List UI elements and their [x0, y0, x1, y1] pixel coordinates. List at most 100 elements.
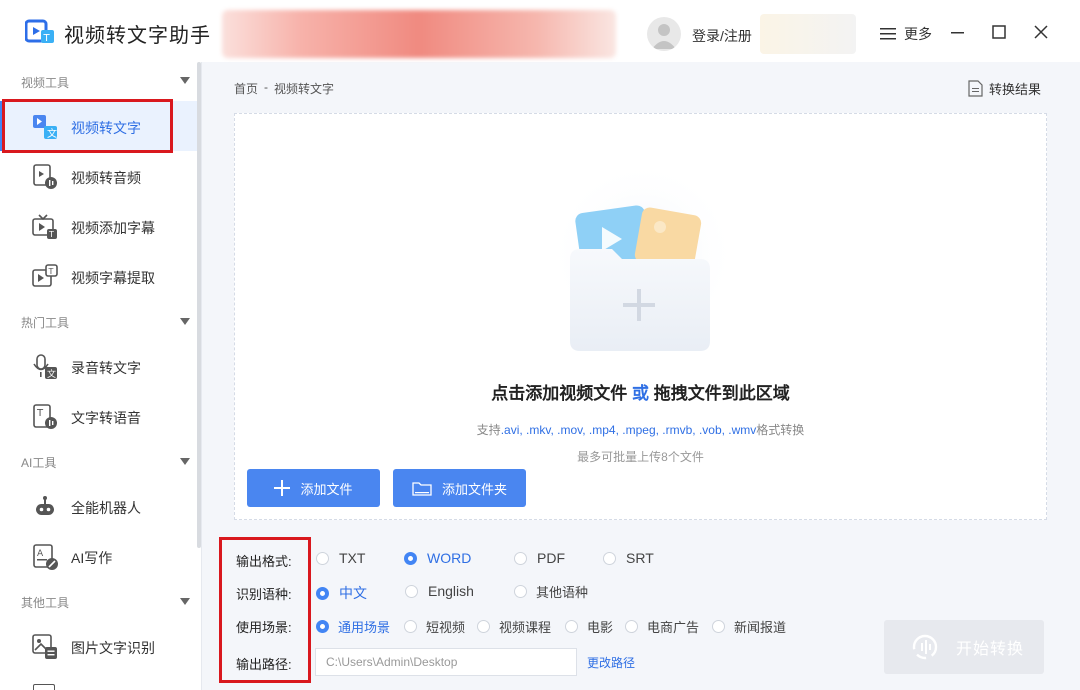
maximize-icon[interactable] [989, 22, 1009, 42]
sidebar-item-video-to-text[interactable]: 文 视频转文字 [0, 101, 197, 151]
svg-text:T: T [48, 230, 54, 239]
scene-option-ecommerce-ad[interactable]: 电商广告 [625, 617, 699, 636]
drop-zone-title-prefix: 点击添加视频文件 [491, 384, 628, 403]
format-option-word[interactable]: WORD [404, 550, 471, 566]
scene-option-label: 电商广告 [647, 620, 700, 635]
add-folder-label: 添加文件夹 [441, 481, 507, 497]
sidebar-item-text-to-speech[interactable]: T 文字转语音 [0, 391, 197, 441]
sidebar-item-extract-subtitles[interactable]: T 视频字幕提取 [0, 251, 197, 301]
more-label: 更多 [904, 26, 932, 42]
sidebar-item-video-to-audio[interactable]: 视频转音频 [0, 151, 197, 201]
more-menu-button[interactable]: 更多 [880, 24, 932, 44]
add-folder-illustration-icon [548, 169, 738, 359]
radio-icon [625, 620, 638, 633]
sidebar-item-label: 文字转语音 [71, 410, 141, 426]
user-icon [652, 24, 676, 49]
sidebar-item-label: 视频添加字幕 [71, 220, 155, 236]
add-subtitles-icon: T [32, 214, 57, 239]
upload-limit-text: 最多可批量上传8个文件 [577, 450, 704, 464]
language-option-label: English [428, 583, 474, 599]
conversion-results-label: 转换结果 [989, 82, 1042, 97]
sidebar-item-robot[interactable]: 全能机器人 [0, 481, 197, 531]
add-file-button[interactable]: 添加文件 [247, 469, 380, 507]
sidebar-item-image-ocr[interactable]: 图片文字识别 [0, 621, 197, 671]
scene-option-short-video[interactable]: 短视频 [404, 617, 465, 636]
waveform-icon [912, 634, 938, 660]
collapse-ai-tools-icon[interactable] [180, 458, 190, 465]
collapse-other-tools-icon[interactable] [180, 598, 190, 605]
scene-option-news[interactable]: 新闻报道 [712, 617, 786, 636]
scene-option-course[interactable]: 视频课程 [477, 617, 551, 636]
sidebar-item-label: 视频字幕提取 [71, 270, 155, 286]
collapse-hot-tools-icon[interactable] [180, 318, 190, 325]
menu-icon [880, 28, 896, 40]
format-option-srt[interactable]: SRT [603, 550, 654, 566]
radio-icon [565, 620, 578, 633]
sidebar-item-label: 视频转音频 [71, 170, 141, 186]
output-path-input[interactable]: C:\Users\Admin\Desktop [315, 648, 577, 676]
radio-icon [316, 551, 329, 565]
microphone-icon: 文 [33, 354, 57, 380]
image-ocr-icon [32, 634, 57, 659]
start-conversion-label: 开始转换 [956, 641, 1025, 658]
format-option-txt[interactable]: TXT [316, 550, 365, 566]
scene-option-label: 短视频 [426, 620, 466, 635]
scene-option-label: 电影 [587, 620, 614, 635]
language-option-english[interactable]: English [405, 583, 474, 599]
breadcrumb: 首页 - 视频转文字 [234, 80, 334, 97]
plus-icon [274, 480, 291, 496]
format-option-label: PDF [537, 550, 565, 566]
output-format-label: 输出格式: [236, 554, 292, 569]
sidebar-group-video-tools: 视频工具 [21, 76, 70, 90]
sidebar-item-ai-writing[interactable]: A AI写作 [0, 531, 197, 581]
breadcrumb-separator: - [264, 80, 269, 94]
vip-banner[interactable] [760, 14, 856, 54]
sidebar-item-label: 录音转文字 [71, 360, 141, 376]
language-option-chinese[interactable]: 中文 [316, 583, 367, 603]
scene-option-label: 视频课程 [499, 620, 552, 635]
sidebar-item-audio-to-text[interactable]: 文 录音转文字 [0, 341, 197, 391]
sidebar-group-hot-tools: 热门工具 [21, 316, 70, 330]
collapse-video-tools-icon[interactable] [180, 77, 190, 84]
minimize-icon[interactable] [948, 22, 968, 42]
radio-selected-icon [316, 620, 329, 633]
start-conversion-button[interactable]: 开始转换 [884, 620, 1044, 674]
drop-zone-title: 点击添加视频文件 或 拖拽文件到此区域 [235, 379, 1046, 404]
svg-text:A: A [37, 549, 44, 559]
breadcrumb-home[interactable]: 首页 [234, 80, 258, 97]
login-register-link[interactable]: 登录/注册 [692, 26, 752, 46]
language-option-other[interactable]: 其他语种 [514, 582, 588, 601]
scene-option-movie[interactable]: 电影 [565, 617, 613, 636]
add-folder-button[interactable]: 添加文件夹 [393, 469, 526, 507]
scene-option-general[interactable]: 通用场景 [316, 617, 390, 636]
app-title: 视频转文字助手 [64, 25, 211, 47]
svg-text:文: 文 [47, 127, 57, 140]
close-icon[interactable] [1031, 22, 1051, 42]
radio-icon [404, 620, 417, 633]
radio-icon [514, 551, 527, 565]
promo-banner[interactable] [222, 10, 616, 58]
avatar[interactable] [647, 17, 681, 51]
recognition-language-label: 识别语种: [236, 587, 292, 602]
svg-text:文: 文 [47, 368, 56, 380]
text-to-speech-icon: T [33, 404, 57, 429]
conversion-results-link[interactable]: 转换结果 [968, 79, 1041, 98]
add-file-label: 添加文件 [300, 481, 353, 497]
svg-text:T: T [36, 408, 44, 419]
ai-writing-icon: A [33, 544, 58, 570]
format-option-pdf[interactable]: PDF [514, 550, 565, 566]
sidebar-item-label: 全能机器人 [71, 500, 141, 516]
radio-selected-icon [404, 551, 417, 565]
radio-icon [405, 584, 418, 598]
video-to-text-icon: 文 [33, 115, 57, 140]
file-drop-zone[interactable]: 点击添加视频文件 或 拖拽文件到此区域 支持.avi, .mkv, .mov, … [234, 113, 1047, 520]
sidebar-group-other-tools: 其他工具 [21, 596, 70, 610]
change-path-link[interactable]: 更改路径 [587, 654, 635, 671]
radio-icon [514, 585, 527, 598]
sidebar-scrollbar[interactable] [197, 62, 201, 548]
language-option-label: 中文 [339, 585, 367, 601]
scene-option-label: 新闻报道 [734, 620, 787, 635]
folder-icon [412, 481, 432, 496]
sidebar-item-add-subtitles[interactable]: T 视频添加字幕 [0, 201, 197, 251]
robot-icon [36, 496, 54, 515]
